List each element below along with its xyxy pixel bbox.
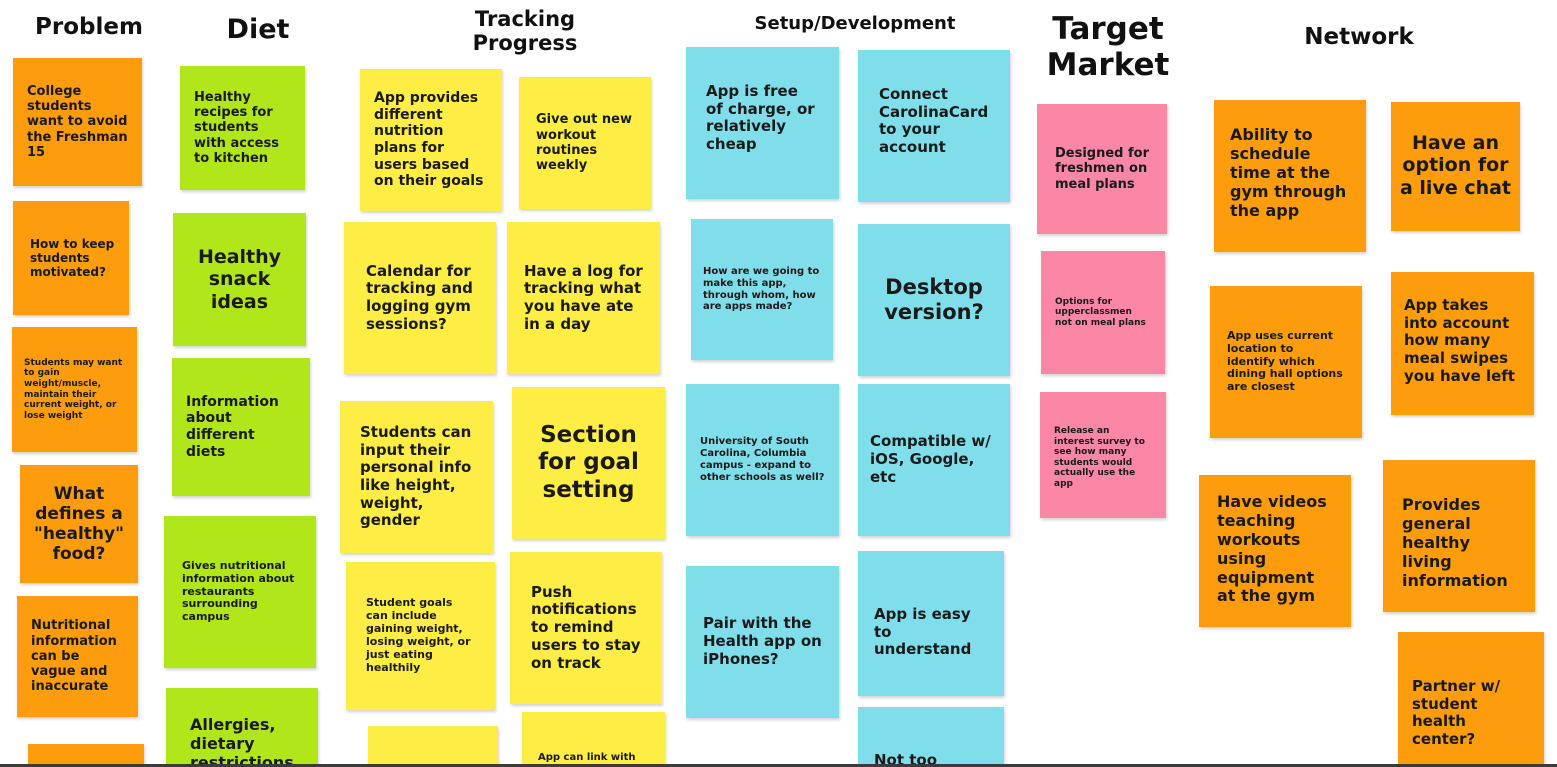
- column-header-setup: Setup/Development: [754, 13, 956, 34]
- sticky-note[interactable]: Healthy snack ideas: [173, 213, 306, 346]
- sticky-note[interactable]: Push notifications to remind users to st…: [510, 552, 662, 704]
- sticky-note[interactable]: Options for upperclassmen not on meal pl…: [1041, 251, 1165, 374]
- sticky-note[interactable]: Healthy recipes for students with access…: [180, 66, 305, 190]
- sticky-note[interactable]: Connect CarolinaCard to your account: [858, 50, 1010, 202]
- sticky-note[interactable]: Students can input their personal info l…: [340, 401, 493, 553]
- sticky-note[interactable]: Allergies, dietary restrictions: [166, 688, 318, 767]
- sticky-note[interactable]: Student goals can include gaining weight…: [346, 562, 495, 710]
- sticky-note[interactable]: Designed for freshmen on meal plans: [1037, 104, 1167, 234]
- sticky-note[interactable]: University of South Carolina, Columbia c…: [686, 384, 839, 536]
- sticky-note[interactable]: College students want to avoid the Fresh…: [13, 58, 142, 186]
- sticky-note[interactable]: Provides general healthy living informat…: [1383, 460, 1535, 612]
- sticky-note[interactable]: App provides different nutrition plans f…: [360, 69, 502, 211]
- sticky-note[interactable]: App can link with: [522, 712, 665, 767]
- sticky-note[interactable]: Section for goal setting: [512, 387, 665, 539]
- sticky-note[interactable]: App is free of charge, or relatively che…: [686, 47, 839, 199]
- column-header-diet: Diet: [226, 14, 290, 45]
- sticky-note[interactable]: Not too many: [858, 707, 1004, 767]
- sticky-note[interactable]: Have videos teaching workouts using equi…: [1199, 475, 1351, 627]
- sticky-note[interactable]: Calendar for tracking and logging gym se…: [344, 222, 496, 374]
- sticky-note[interactable]: App is easy to understand: [858, 551, 1004, 696]
- sticky-note[interactable]: What defines a "healthy" food?: [20, 465, 138, 583]
- sticky-note[interactable]: App uses current location to identify wh…: [1210, 286, 1362, 438]
- sticky-note[interactable]: Have an option for a live chat: [1391, 102, 1520, 231]
- sticky-note[interactable]: [368, 726, 498, 767]
- sticky-note[interactable]: How are we going to make this app, throu…: [691, 219, 833, 360]
- sticky-note[interactable]: Compatible w/ iOS, Google, etc: [858, 384, 1010, 536]
- sticky-note[interactable]: Pair with the Health app on iPhones?: [686, 566, 839, 718]
- column-header-tracking: Tracking Progress: [472, 7, 578, 56]
- sticky-note[interactable]: How to keep students motivated?: [13, 201, 129, 315]
- sticky-note[interactable]: Gives nutritional information about rest…: [164, 516, 316, 668]
- sticky-note[interactable]: Nutritional information can be vague and…: [17, 596, 138, 717]
- sticky-note[interactable]: Ability to schedule time at the gym thro…: [1214, 100, 1366, 252]
- sticky-note[interactable]: Students may want to gain weight/muscle,…: [12, 327, 137, 452]
- sticky-note[interactable]: Partner w/ student health center?: [1398, 632, 1544, 767]
- column-header-target: Target Market: [1046, 11, 1170, 83]
- column-header-network: Network: [1304, 24, 1414, 50]
- column-header-problem: Problem: [35, 14, 143, 40]
- sticky-note[interactable]: Release an interest survey to see how ma…: [1040, 392, 1166, 518]
- sticky-note[interactable]: Desktop version?: [858, 224, 1010, 376]
- sticky-note[interactable]: App takes into account how many meal swi…: [1391, 272, 1534, 415]
- sticky-note[interactable]: Give out new workout routines weekly: [519, 77, 651, 209]
- sticky-note[interactable]: Have a log for tracking what you have at…: [507, 222, 660, 374]
- sticky-note[interactable]: Information about different diets: [172, 358, 310, 496]
